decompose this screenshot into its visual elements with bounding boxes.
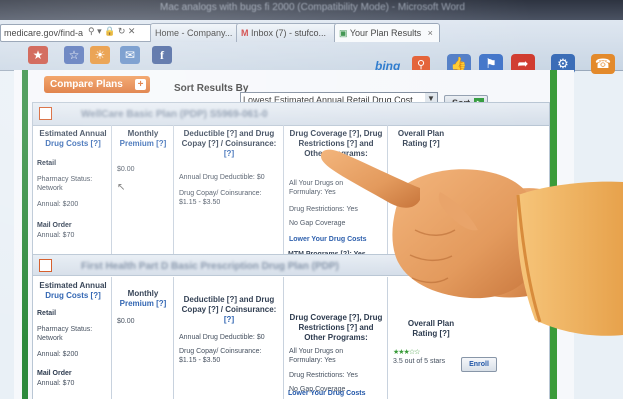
hand-index-finger xyxy=(320,149,420,208)
pointing-hand xyxy=(320,149,623,336)
shirt-sleeve xyxy=(517,181,623,336)
photo-scene: Mac analogs with bugs fi 2000 (Compatibi… xyxy=(0,0,623,399)
